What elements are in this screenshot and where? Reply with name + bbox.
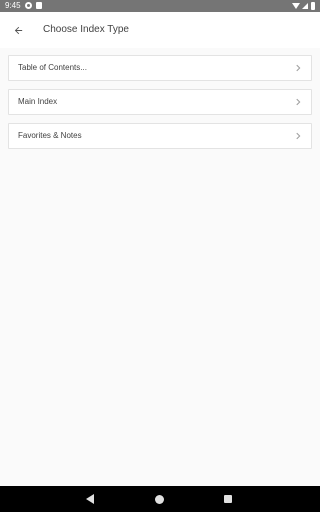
back-button[interactable]: [8, 20, 28, 40]
nav-recents-icon[interactable]: [224, 495, 232, 503]
list-item-label: Main Index: [18, 97, 58, 106]
chevron-right-icon: [296, 64, 301, 72]
list-item-main-index[interactable]: Main Index: [8, 89, 312, 115]
wifi-icon: [292, 3, 300, 9]
chevron-right-icon: [296, 98, 301, 106]
chevron-right-icon: [296, 132, 301, 140]
page-title: Choose Index Type: [43, 24, 129, 35]
file-notification-icon: [36, 2, 42, 9]
battery-icon: [311, 2, 315, 10]
status-bar: 9:45: [0, 0, 320, 12]
system-navigation-bar: [0, 486, 320, 512]
list-item-label: Favorites & Notes: [18, 131, 82, 140]
cell-signal-icon: [302, 3, 308, 9]
nav-back-icon[interactable]: [86, 494, 95, 504]
nav-home-icon[interactable]: [155, 495, 164, 504]
arrow-back-icon: [14, 26, 22, 34]
google-notification-icon: [25, 2, 32, 9]
app-bar: Choose Index Type: [0, 12, 320, 48]
list-item-table-of-contents[interactable]: Table of Contents...: [8, 55, 312, 81]
status-time: 9:45: [5, 1, 21, 10]
list-item-label: Table of Contents...: [18, 63, 87, 72]
index-type-list: Table of Contents... Main Index Favorite…: [8, 55, 312, 157]
list-item-favorites-notes[interactable]: Favorites & Notes: [8, 123, 312, 149]
